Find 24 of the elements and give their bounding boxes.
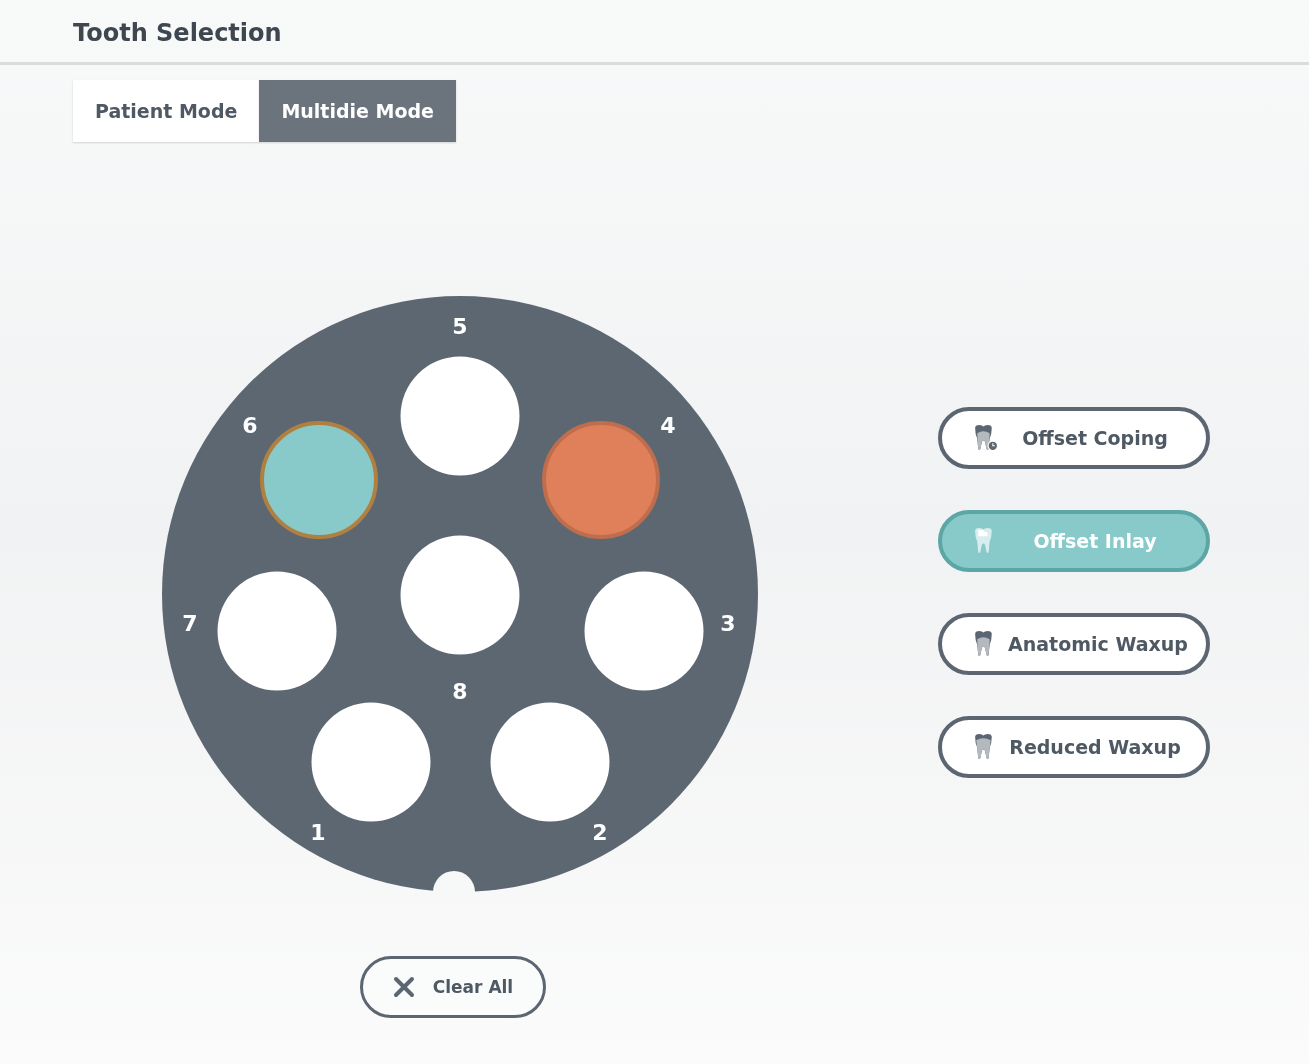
mode-tab[interactable]: Multidie Mode (259, 80, 456, 142)
die-slot[interactable] (490, 702, 610, 822)
restoration-button[interactable]: Anatomic Waxup (938, 613, 1210, 675)
die-slot[interactable] (311, 702, 431, 822)
clear-all-button[interactable]: Clear All (360, 956, 546, 1018)
die-number: 5 (452, 314, 468, 339)
die-slot[interactable] (400, 356, 520, 476)
die-number: 7 (182, 611, 198, 636)
tooth-icon (972, 423, 998, 453)
die-slot[interactable] (400, 535, 520, 655)
close-icon (392, 976, 415, 998)
die-number: 8 (452, 679, 468, 704)
die-number: 6 (242, 413, 258, 438)
mode-tab[interactable]: Patient Mode (73, 80, 260, 142)
die-number: 2 (592, 820, 608, 845)
page-title: Tooth Selection (73, 18, 283, 48)
die-number: 4 (660, 413, 676, 438)
die-number: 3 (720, 611, 736, 636)
die-slot[interactable] (217, 571, 337, 691)
die-slot[interactable] (260, 421, 378, 539)
die-number: 1 (310, 820, 326, 845)
die-slot[interactable] (584, 571, 704, 691)
restoration-button[interactable]: Offset Coping (938, 407, 1210, 469)
restoration-button[interactable]: Reduced Waxup (938, 716, 1210, 778)
